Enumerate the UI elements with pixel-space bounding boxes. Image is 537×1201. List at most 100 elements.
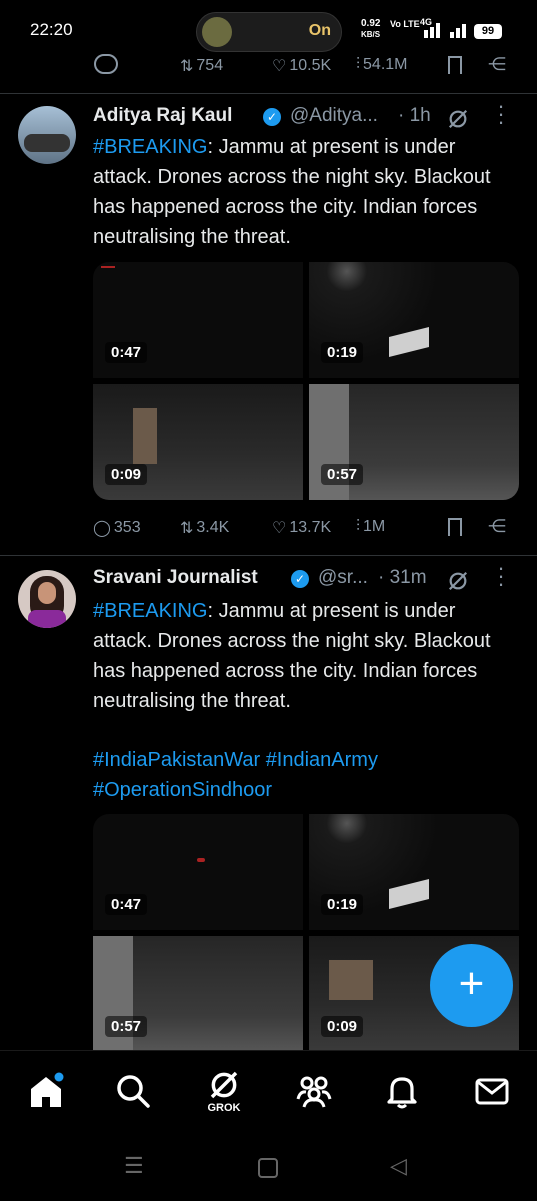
signal-bar-icon [436,23,440,38]
grok-icon[interactable] [447,108,469,130]
signal-bar-icon [450,32,454,38]
compose-button[interactable]: + [430,944,513,1027]
recents-button[interactable]: ☰ [124,1153,144,1179]
video-thumbnail[interactable]: 0:19 [309,262,519,378]
like-icon: ♡ [272,520,287,537]
hashtag-link[interactable]: #BREAKING [93,136,207,158]
building-shape [329,960,373,1000]
video-thumbnail[interactable]: 0:57 [93,936,303,1050]
reply-stat[interactable]: ◯ 353 [93,518,141,538]
communities-icon[interactable] [294,1071,334,1111]
building-shape [133,408,157,464]
like-stat[interactable]: ♡ 13.7K [272,518,331,538]
share-icon[interactable]: ⋲ [488,516,506,537]
flashlight-pill[interactable]: On [196,12,342,52]
net-speed-unit: KB/S [361,30,381,39]
author-name[interactable]: Sravani Journalist [93,567,258,589]
grok-icon[interactable] [447,570,469,592]
like-stat[interactable]: ♡ 10.5K [272,56,331,76]
avatar-face-shape [38,582,56,604]
hashtags-line: #IndiaPakistanWar #IndianArmy [93,745,523,775]
views-icon: ⫶ [356,518,361,535]
flashlight-icon [202,17,232,47]
flashlight-status: On [308,22,331,39]
tweet-time: · 31m [378,567,427,588]
avatar-motorbike-shape [24,134,70,152]
tweet-text: #BREAKING: Jammu at present is under att… [93,596,513,716]
red-light [101,266,115,268]
signal-bar-icon [424,30,428,38]
messages-icon[interactable] [472,1071,512,1111]
reply-icon[interactable] [94,54,118,74]
hashtag-link[interactable]: #BREAKING [93,600,207,622]
video-thumbnail[interactable]: 0:57 [309,384,519,500]
red-light [197,858,205,862]
bookmark-icon[interactable] [448,518,462,536]
share-icon[interactable]: ⋲ [488,54,506,75]
retweet-stat[interactable]: ⇅ 3.4K [180,518,229,538]
tweet-text: #BREAKING: Jammu at present is under att… [93,132,513,252]
views-icon: ⫶ [356,56,361,73]
video-duration: 0:57 [321,464,364,485]
home-icon[interactable] [26,1071,66,1111]
hashtag-link[interactable]: #IndiaPakistanWar [93,749,260,771]
net-speed-value: 0.92 [361,18,381,29]
video-thumbnail[interactable]: 0:19 [309,814,519,930]
network-gen: 4G [420,17,433,27]
more-icon[interactable]: · · · [496,557,506,595]
views-count: 54.1M [363,56,408,73]
status-bar: 22:20 On 0.92 KB/S Vo LTE 4G 99 [0,0,537,62]
views-stat[interactable]: ⫶ 54.1M [356,56,407,74]
hashtags-line: #OperationSindhoor [93,775,272,805]
bottom-nav: GROK ☰ ◁ [0,1050,537,1201]
hashtag-link[interactable]: #OperationSindhoor [93,779,272,801]
retweet-icon: ⇅ [180,58,194,75]
video-thumbnail[interactable]: 0:47 [93,262,303,378]
author-handle[interactable]: @sr... [318,567,368,589]
back-button[interactable]: ◁ [390,1153,407,1179]
signal-bar-icon [430,27,434,38]
notifications-icon[interactable] [382,1071,422,1111]
home-system-button[interactable] [258,1158,278,1178]
verified-icon: ✓ [291,570,309,588]
author-handle[interactable]: @Aditya... [290,105,378,127]
video-thumbnail[interactable]: 0:47 [93,814,303,930]
retweet-icon: ⇅ [180,520,194,537]
reply-count: 353 [113,519,141,536]
video-duration: 0:09 [105,464,148,485]
building-shape [389,327,429,357]
hashtag-link[interactable]: #IndianArmy [266,749,378,771]
avatar[interactable] [18,106,76,164]
battery-icon: 99 [474,24,502,39]
like-count: 13.7K [289,519,332,536]
reply-icon: ◯ [93,520,111,537]
bookmark-icon[interactable] [448,56,462,74]
tweet-aditya[interactable]: Aditya Raj Kaul ✓ @Aditya... · 1h · · · #B… [0,94,537,554]
avatar-clothes-shape [28,610,66,628]
grok-label: GROK [207,1102,241,1114]
like-icon: ♡ [272,58,287,75]
building-shape [389,879,429,909]
video-duration: 0:09 [321,1016,364,1037]
grok-tab[interactable]: GROK [200,1069,248,1114]
author-name[interactable]: Aditya Raj Kaul [93,105,232,127]
grok-icon [210,1071,238,1099]
more-icon[interactable]: · · · [496,95,506,133]
tweet-time: · 1h [398,105,431,126]
signal-bar-icon [456,28,460,38]
video-duration: 0:47 [105,342,148,363]
views-count: 1M [363,518,386,535]
video-duration: 0:57 [105,1016,148,1037]
retweet-stat[interactable]: ⇅ 754 [180,56,223,76]
clock: 22:20 [30,20,73,39]
net-speed: 0.92 KB/S [361,18,380,40]
like-count: 10.5K [289,57,332,74]
video-thumbnail[interactable]: 0:09 [93,384,303,500]
verified-icon: ✓ [263,108,281,126]
video-duration: 0:47 [105,894,148,915]
avatar[interactable] [18,570,76,628]
retweet-count: 754 [196,57,224,74]
search-icon[interactable] [113,1071,153,1111]
signal-bar-icon [462,24,466,38]
views-stat[interactable]: ⫶ 1M [356,518,385,536]
